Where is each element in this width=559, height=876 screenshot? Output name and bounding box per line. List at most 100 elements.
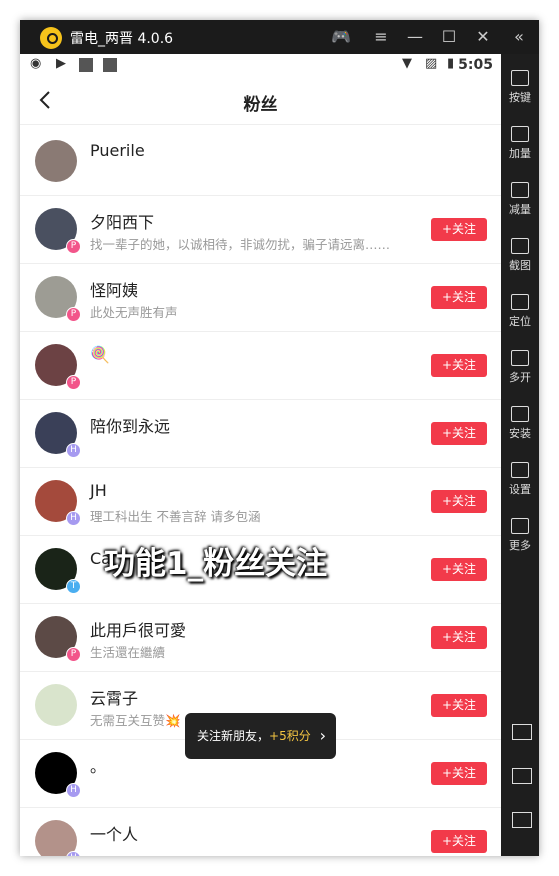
sidebar-item[interactable]: 按键 xyxy=(501,70,539,105)
sidebar-item[interactable]: 更多 xyxy=(501,518,539,553)
sidebar-item-label: 截图 xyxy=(509,259,531,272)
follower-bio: 理工科出生 不善言辞 请多包涵 xyxy=(90,509,261,524)
chevron-right-icon: › xyxy=(319,726,326,745)
emulator-window: 雷电_两晋 4.0.6 🎮 ≡ — ☐ ✕ « ◉ ▶ ▼ ▨ ▮ 5:05 粉… xyxy=(20,20,539,856)
user-badge: P xyxy=(66,307,81,322)
toast-text: 关注新朋友， xyxy=(197,729,270,743)
home-icon[interactable] xyxy=(512,768,532,784)
weibo-icon: ◉ xyxy=(30,56,42,71)
maximize-icon[interactable]: ☐ xyxy=(438,26,460,48)
follower-name[interactable]: 夕阳西下 xyxy=(90,209,154,233)
follow-button[interactable]: +关注 xyxy=(431,830,487,853)
follower-name[interactable]: 。 xyxy=(90,753,106,777)
multi-instance-icon xyxy=(511,350,529,366)
watermark-caption: 功能1_粉丝关注 xyxy=(104,546,328,582)
volume-down-icon xyxy=(511,182,529,198)
toast-points: +5积分 xyxy=(269,729,311,743)
follow-button[interactable]: +关注 xyxy=(431,218,487,241)
user-badge: H xyxy=(66,443,81,458)
sidebar-item-label: 按键 xyxy=(509,91,531,104)
follower-row[interactable]: P 怪阿姨此处无声胜有声 +关注 xyxy=(20,264,501,332)
android-status-bar: ◉ ▶ ▼ ▨ ▮ 5:05 xyxy=(20,54,501,78)
no-sim-icon: ▨ xyxy=(425,56,438,71)
settings-icon xyxy=(511,462,529,478)
sidebar-item[interactable]: 设置 xyxy=(501,462,539,497)
volume-up-icon xyxy=(511,126,529,142)
follower-row[interactable]: P 此用戶很可愛生活還在繼續 +关注 xyxy=(20,604,501,672)
follower-bio: 无需互关互赞💥 xyxy=(90,713,181,728)
follow-button[interactable]: +关注 xyxy=(431,694,487,717)
user-badge: P xyxy=(66,647,81,662)
user-badge: H xyxy=(66,851,81,856)
close-icon[interactable]: ✕ xyxy=(472,26,494,48)
avatar[interactable] xyxy=(35,140,77,182)
follower-row[interactable]: Puerile xyxy=(20,128,501,196)
sidebar-item-label: 加量 xyxy=(509,147,531,160)
follow-button[interactable]: +关注 xyxy=(431,626,487,649)
gamepad-icon[interactable]: 🎮 xyxy=(330,26,352,48)
follower-row[interactable]: P 夕阳西下找一辈子的她，以诚相待，非诚勿扰，骗子请远离…… +关注 xyxy=(20,196,501,264)
follower-name[interactable]: 云霄子 xyxy=(90,685,138,709)
page-header: 粉丝 xyxy=(20,78,501,125)
battery-icon: ▮ xyxy=(447,56,455,71)
user-badge: T xyxy=(66,579,81,594)
app-icon xyxy=(103,58,117,72)
follow-button[interactable]: +关注 xyxy=(431,490,487,513)
follower-name[interactable]: 怪阿姨 xyxy=(90,277,138,301)
window-title: 雷电_两晋 4.0.6 xyxy=(70,31,174,47)
sidebar-item[interactable]: 截图 xyxy=(501,238,539,273)
follower-name[interactable]: Puerile xyxy=(90,141,145,160)
avatar[interactable] xyxy=(35,684,77,726)
title-bar: 雷电_两晋 4.0.6 🎮 ≡ — ☐ ✕ « xyxy=(20,20,539,54)
more-icon xyxy=(511,518,529,534)
location-icon xyxy=(511,294,529,310)
follower-bio: 生活還在繼續 xyxy=(90,645,166,660)
sidebar-item-label: 减量 xyxy=(509,203,531,216)
sidebar-item[interactable]: 多开 xyxy=(501,350,539,385)
emulator-sidebar: 按键加量减量截图定位多开安装设置更多 xyxy=(501,54,539,856)
follower-bio: 此处无声胜有声 xyxy=(90,305,178,320)
app-logo-icon xyxy=(40,27,62,49)
user-badge: P xyxy=(66,239,81,254)
follower-row[interactable]: P 🍭 +关注 xyxy=(20,332,501,400)
follower-name[interactable]: 🍭 xyxy=(90,345,110,364)
follow-button[interactable]: +关注 xyxy=(431,422,487,445)
sidebar-item[interactable]: 加量 xyxy=(501,126,539,161)
menu-icon[interactable]: ≡ xyxy=(370,26,392,48)
wifi-icon: ▼ xyxy=(402,56,412,71)
sidebar-item[interactable]: 减量 xyxy=(501,182,539,217)
follower-name[interactable]: JH xyxy=(90,481,107,500)
clock: 5:05 xyxy=(458,57,493,73)
follower-row[interactable]: H JH 理工科出生 不善言辞 请多包涵 +关注 xyxy=(20,468,501,536)
follow-reward-toast[interactable]: 关注新朋友，+5积分 › xyxy=(185,713,336,759)
follower-name[interactable]: 一个人 xyxy=(90,821,138,845)
user-badge: P xyxy=(66,375,81,390)
user-badge: H xyxy=(66,783,81,798)
sidebar-item-label: 多开 xyxy=(509,371,531,384)
screenshot-icon xyxy=(511,238,529,254)
follower-row[interactable]: H 一个人 +关注 xyxy=(20,808,501,856)
install-icon xyxy=(511,406,529,422)
collapse-icon[interactable]: « xyxy=(508,26,530,48)
follower-name[interactable]: 陪你到永远 xyxy=(90,413,170,437)
follow-button[interactable]: +关注 xyxy=(431,354,487,377)
recents-icon[interactable] xyxy=(512,812,532,828)
user-badge: H xyxy=(66,511,81,526)
minimize-icon[interactable]: — xyxy=(404,26,426,48)
keyboard-icon xyxy=(511,70,529,86)
follower-row[interactable]: H 陪你到永远 +关注 xyxy=(20,400,501,468)
sidebar-item[interactable]: 安装 xyxy=(501,406,539,441)
follow-button[interactable]: +关注 xyxy=(431,558,487,581)
follower-bio: 找一辈子的她，以诚相待，非诚勿扰，骗子请远离…… xyxy=(90,237,391,252)
sidebar-item-label: 设置 xyxy=(509,483,531,496)
back-icon[interactable] xyxy=(512,724,532,740)
sidebar-item-label: 定位 xyxy=(509,315,531,328)
page-title: 粉丝 xyxy=(243,95,278,115)
app-icon xyxy=(79,58,93,72)
follow-button[interactable]: +关注 xyxy=(431,286,487,309)
sidebar-item-label: 安装 xyxy=(509,427,531,440)
follow-button[interactable]: +关注 xyxy=(431,762,487,785)
follower-name[interactable]: 此用戶很可愛 xyxy=(90,617,186,641)
sidebar-item[interactable]: 定位 xyxy=(501,294,539,329)
sidebar-item-label: 更多 xyxy=(509,539,531,552)
